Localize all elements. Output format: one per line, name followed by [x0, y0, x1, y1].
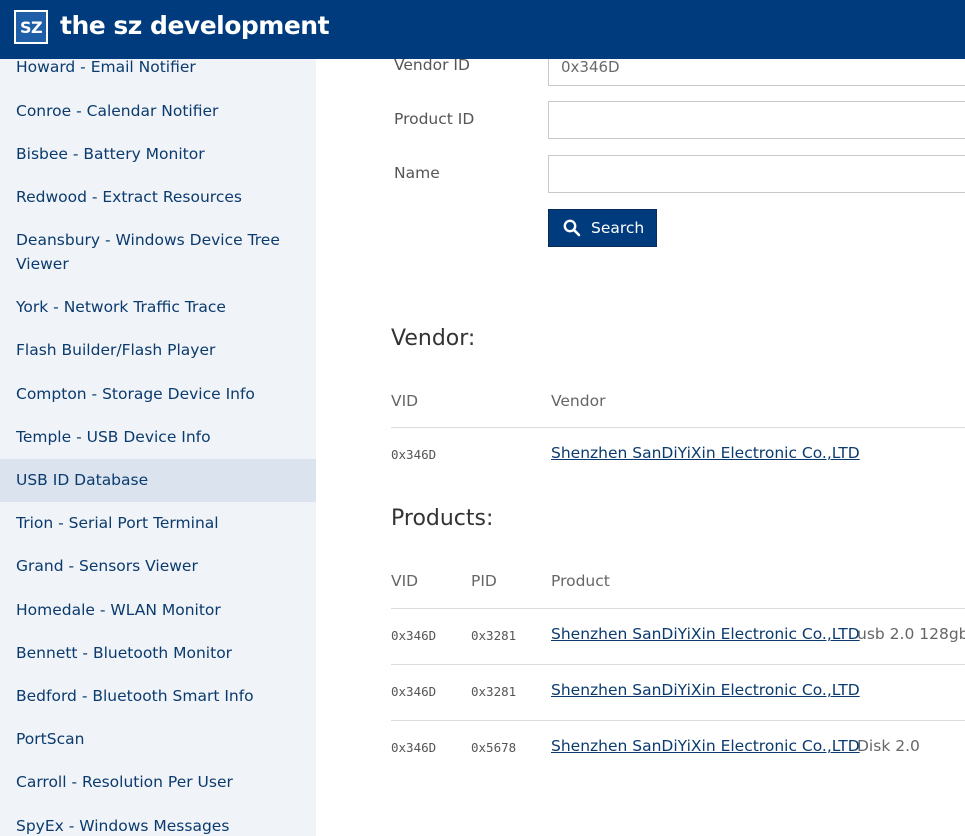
name-label: Name [394, 164, 440, 182]
sidebar-item-bennett[interactable]: Bennett - Bluetooth Monitor [0, 641, 316, 665]
sidebar-item-deansbury[interactable]: Deansbury - Windows Device Tree Viewer [0, 228, 316, 276]
sidebar-item-portscan[interactable]: PortScan [0, 727, 316, 751]
vendor-id-input[interactable] [548, 59, 965, 86]
product-row-2-vendor-link[interactable]: Shenzhen SanDiYiXin Electronic Co.,LTD [551, 681, 860, 699]
product-id-label: Product ID [394, 110, 475, 128]
sidebar-item-usb-id-database[interactable]: USB ID Database [0, 459, 316, 502]
product-row-1-pid: 0x3281 [471, 628, 517, 643]
products-col-pid: PID [471, 572, 497, 590]
sidebar-nav: Howard - Email Notifier Conroe - Calenda… [0, 59, 316, 836]
vendor-col-vid: VID [391, 392, 419, 410]
product-row-1-vid: 0x346D [391, 628, 437, 643]
sidebar-item-temple[interactable]: Temple - USB Device Info [0, 425, 316, 449]
product-row-1-product: usb 2.0 128gb [857, 625, 965, 643]
search-button[interactable]: Search [548, 209, 657, 247]
sidebar-item-york[interactable]: York - Network Traffic Trace [0, 295, 316, 319]
sidebar-item-howard[interactable]: Howard - Email Notifier [0, 59, 316, 79]
sidebar-item-bedford[interactable]: Bedford - Bluetooth Smart Info [0, 684, 316, 708]
product-row-1-vendor-link[interactable]: Shenzhen SanDiYiXin Electronic Co.,LTD [551, 625, 860, 643]
sidebar-item-grand[interactable]: Grand - Sensors Viewer [0, 554, 316, 578]
site-title[interactable]: the sz development [60, 10, 330, 42]
main-content: Vendor ID Product ID Name Search Vendor:… [316, 59, 965, 836]
site-logo[interactable]: SZ [14, 10, 48, 44]
product-row-3-vid: 0x346D [391, 740, 437, 755]
top-header: SZ the sz development [0, 0, 965, 59]
sidebar-item-redwood[interactable]: Redwood - Extract Resources [0, 185, 316, 209]
product-row-3-vendor-link[interactable]: Shenzhen SanDiYiXin Electronic Co.,LTD [551, 737, 860, 755]
search-icon [563, 219, 581, 237]
product-row-3-pid: 0x5678 [471, 740, 517, 755]
vendor-row-link[interactable]: Shenzhen SanDiYiXin Electronic Co.,LTD [551, 444, 860, 462]
sidebar-item-bisbee[interactable]: Bisbee - Battery Monitor [0, 142, 316, 166]
search-button-label: Search [591, 219, 645, 237]
products-col-product: Product [551, 572, 610, 590]
name-input[interactable] [548, 155, 965, 193]
sidebar-item-conroe[interactable]: Conroe - Calendar Notifier [0, 99, 316, 123]
vendor-id-label: Vendor ID [394, 59, 470, 74]
vendor-col-vendor: Vendor [551, 392, 606, 410]
products-table-divider [391, 608, 965, 609]
products-section-title: Products: [391, 506, 494, 531]
vendor-row-vid: 0x346D [391, 447, 437, 462]
product-row-3-product: Disk 2.0 [857, 737, 920, 755]
vendor-section-title: Vendor: [391, 326, 476, 351]
products-row-divider [391, 664, 965, 665]
sidebar-item-compton[interactable]: Compton - Storage Device Info [0, 382, 316, 406]
sidebar-item-homedale[interactable]: Homedale - WLAN Monitor [0, 598, 316, 622]
sidebar-item-flash-builder[interactable]: Flash Builder/Flash Player [0, 338, 316, 362]
sidebar-item-spyex[interactable]: SpyEx - Windows Messages [0, 814, 316, 836]
product-id-input[interactable] [548, 101, 965, 139]
product-row-2-pid: 0x3281 [471, 684, 517, 699]
products-row-divider [391, 720, 965, 721]
vendor-table-divider [391, 427, 965, 428]
product-row-2-vid: 0x346D [391, 684, 437, 699]
sidebar-item-trion[interactable]: Trion - Serial Port Terminal [0, 511, 316, 535]
sidebar-item-carroll[interactable]: Carroll - Resolution Per User [0, 770, 316, 794]
products-col-vid: VID [391, 572, 419, 590]
